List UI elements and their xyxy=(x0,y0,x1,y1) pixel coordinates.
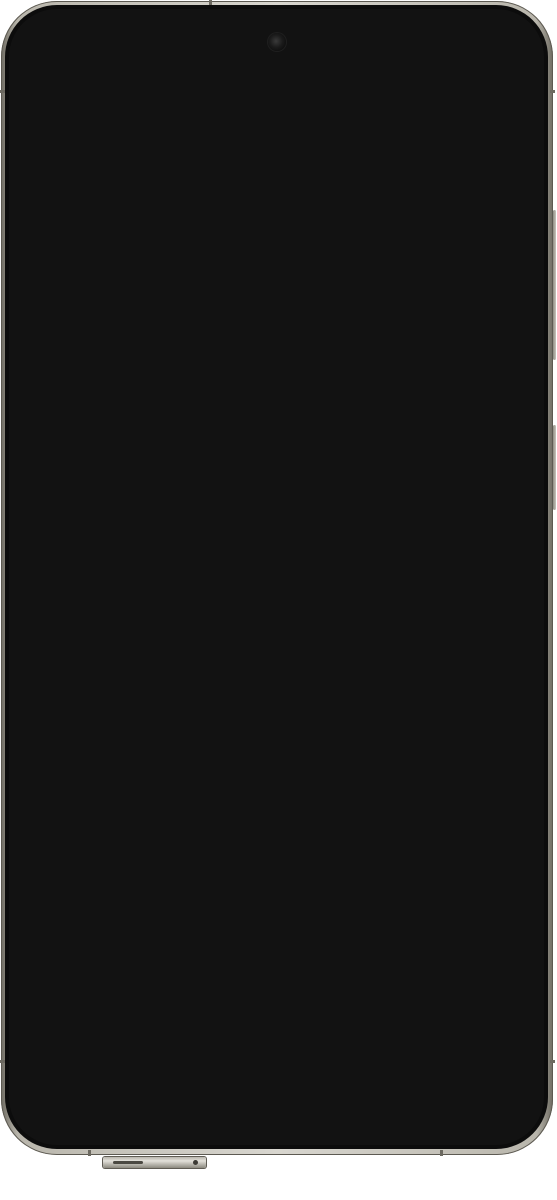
sim-tray-slot xyxy=(113,1161,143,1164)
power-key[interactable] xyxy=(553,425,556,510)
volume-key[interactable] xyxy=(553,210,556,360)
device-stage xyxy=(0,0,557,1200)
antenna-line-right-bottom xyxy=(550,1060,555,1063)
antenna-line-right-top xyxy=(550,90,555,93)
phone-screen[interactable] xyxy=(9,9,544,1145)
sim-eject-pinhole xyxy=(193,1160,198,1165)
antenna-line-bottom-left xyxy=(88,1150,91,1156)
sim-tray xyxy=(103,1157,206,1168)
antenna-line-bottom-right xyxy=(440,1150,443,1156)
front-camera-icon xyxy=(268,33,286,51)
